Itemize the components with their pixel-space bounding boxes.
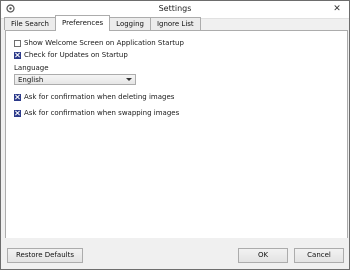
- close-icon: ✕: [333, 4, 341, 14]
- language-value: English: [18, 76, 44, 84]
- dialog-footer: Restore Defaults OK Cancel: [1, 238, 349, 269]
- confirm-delete-checkbox[interactable]: [14, 93, 21, 101]
- confirm-swap-label: Ask for confirmation when swapping image…: [24, 109, 180, 117]
- language-select[interactable]: English: [14, 74, 136, 85]
- tab-bar: File Search Preferences Logging Ignore L…: [4, 15, 201, 31]
- close-button[interactable]: ✕: [330, 3, 344, 15]
- check-updates-checkbox[interactable]: [14, 51, 21, 59]
- preferences-panel: Show Welcome Screen on Application Start…: [5, 30, 348, 239]
- tab-ignore-list[interactable]: Ignore List: [149, 17, 201, 30]
- show-welcome-label: Show Welcome Screen on Application Start…: [24, 39, 184, 47]
- tab-file-search[interactable]: File Search: [4, 17, 56, 30]
- confirm-delete-row[interactable]: Ask for confirmation when deleting image…: [14, 92, 174, 102]
- confirm-swap-checkbox[interactable]: [14, 109, 21, 117]
- ok-button[interactable]: OK: [238, 248, 288, 263]
- restore-defaults-button[interactable]: Restore Defaults: [7, 248, 83, 263]
- show-welcome-row[interactable]: Show Welcome Screen on Application Start…: [14, 38, 184, 48]
- settings-window: Settings ✕ File Search Preferences Loggi…: [0, 0, 350, 270]
- chevron-down-icon: [126, 78, 132, 81]
- check-updates-label: Check for Updates on Startup: [24, 51, 128, 59]
- show-welcome-checkbox[interactable]: [14, 39, 21, 47]
- window-title: Settings: [158, 4, 192, 13]
- cancel-button[interactable]: Cancel: [294, 248, 344, 263]
- check-updates-row[interactable]: Check for Updates on Startup: [14, 50, 128, 60]
- confirm-delete-label: Ask for confirmation when deleting image…: [24, 93, 175, 101]
- tab-logging[interactable]: Logging: [109, 17, 151, 30]
- language-label: Language: [14, 64, 49, 72]
- tab-preferences[interactable]: Preferences: [55, 15, 111, 31]
- confirm-swap-row[interactable]: Ask for confirmation when swapping image…: [14, 108, 179, 118]
